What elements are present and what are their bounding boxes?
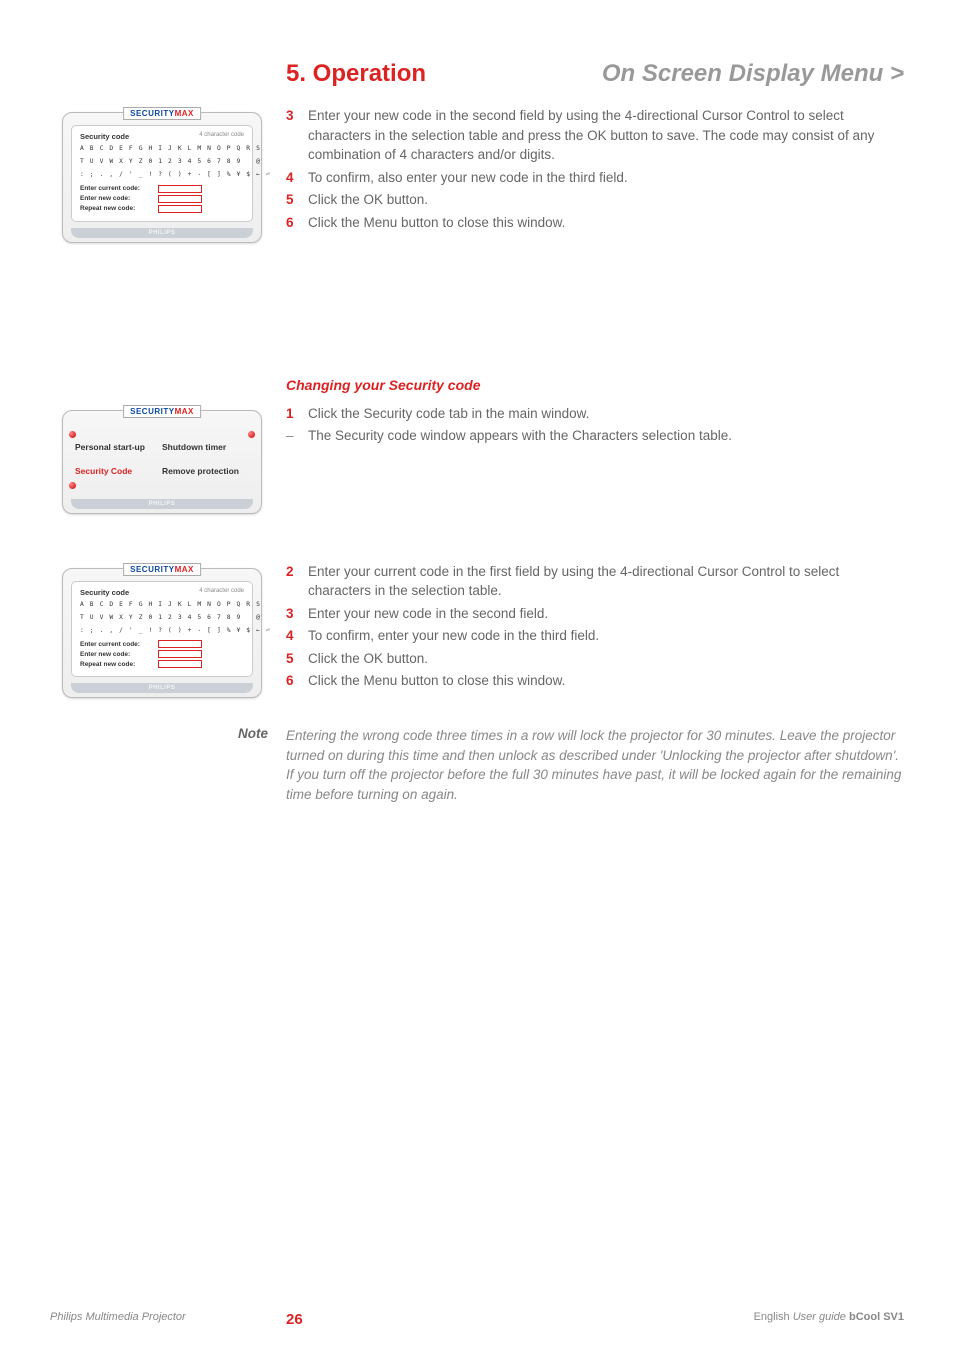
step-text: Click the Menu button to close this wind… xyxy=(308,213,565,233)
instruction-step: 3Enter your new code in the second field… xyxy=(286,604,904,624)
menu-shutdown-timer: Shutdown timer xyxy=(162,442,249,452)
osd-window-title: Security code xyxy=(80,132,129,141)
step-number: 1 xyxy=(286,404,308,424)
instruction-step: 6Click the Menu button to close this win… xyxy=(286,671,904,691)
step-number: 3 xyxy=(286,604,308,624)
instruction-step: –The Security code window appears with t… xyxy=(286,426,904,446)
osd-char-row-2: T U V W X Y Z 0 1 2 3 4 5 6 7 8 9 @ xyxy=(80,158,244,166)
menu-remove-protection: Remove protection xyxy=(162,466,249,476)
instruction-step: 4To confirm, enter your new code in the … xyxy=(286,626,904,646)
step-text: Click the Security code tab in the main … xyxy=(308,404,589,424)
osd-brand: SECURITYMAX xyxy=(123,405,201,418)
osd-footer-brand: PHILIPS xyxy=(71,228,253,238)
menu-personal-startup: Personal start-up xyxy=(75,442,162,452)
instruction-step: 2Enter your current code in the first fi… xyxy=(286,562,904,601)
step-number: 6 xyxy=(286,213,308,233)
instruction-step: 1Click the Security code tab in the main… xyxy=(286,404,904,424)
step-number: 6 xyxy=(286,671,308,691)
step-text: Click the OK button. xyxy=(308,649,428,669)
step-text: Enter your current code in the first fie… xyxy=(308,562,904,601)
section-title: On Screen Display Menu > xyxy=(602,60,904,88)
step-text: To confirm, enter your new code in the t… xyxy=(308,626,599,646)
instruction-step: 4To confirm, also enter your new code in… xyxy=(286,168,904,188)
step-number: 5 xyxy=(286,190,308,210)
footer-user-guide: User guide xyxy=(793,1311,846,1323)
osd-brand: SECURITYMAX xyxy=(123,563,201,576)
osd-footer-brand: PHILIPS xyxy=(71,499,253,509)
step-text: Click the OK button. xyxy=(308,190,428,210)
osd-hint: 4 character code xyxy=(199,132,244,141)
chapter-title: 5. Operation xyxy=(286,60,426,88)
instruction-step: 6Click the Menu button to close this win… xyxy=(286,213,904,233)
page-number: 26 xyxy=(286,1311,303,1328)
note-text: Entering the wrong code three times in a… xyxy=(286,726,904,804)
step-number: 3 xyxy=(286,106,308,165)
step-text: The Security code window appears with th… xyxy=(308,426,732,446)
osd-hint: 4 character code xyxy=(199,588,244,597)
osd-security-code-thumb-2: SECURITYMAX Security code 4 character co… xyxy=(62,568,262,699)
footer-model: bCool SV1 xyxy=(849,1311,904,1323)
step-text: Enter your new code in the second field. xyxy=(308,604,548,624)
note-label: Note xyxy=(50,726,286,741)
step-number: 5 xyxy=(286,649,308,669)
step-text: Enter your new code in the second field … xyxy=(308,106,904,165)
osd-char-row-1: A B C D E F G H I J K L M N O P Q R S xyxy=(80,145,244,153)
osd-brand: SECURITYMAX xyxy=(123,107,201,120)
step-text: To confirm, also enter your new code in … xyxy=(308,168,628,188)
subheading-changing-code: Changing your Security code xyxy=(286,377,904,393)
osd-security-code-thumb-1: SECURITYMAX Security code 4 character co… xyxy=(62,112,262,243)
step-dash: – xyxy=(286,426,308,446)
instruction-step: 5Click the OK button. xyxy=(286,190,904,210)
footer-lang: English xyxy=(754,1311,790,1323)
osd-window-title: Security code xyxy=(80,588,129,597)
footer-product: Philips Multimedia Projector xyxy=(50,1311,186,1323)
step-text: Click the Menu button to close this wind… xyxy=(308,671,565,691)
step-number: 2 xyxy=(286,562,308,601)
instruction-step: 5Click the OK button. xyxy=(286,649,904,669)
osd-char-row-3: : ; . , / ' _ ! ? ( ) + - [ ] % ¥ $ ← ⏎ xyxy=(80,171,244,179)
step-number: 4 xyxy=(286,168,308,188)
menu-security-code: Security Code xyxy=(75,466,162,476)
instruction-step: 3Enter your new code in the second field… xyxy=(286,106,904,165)
osd-menu-thumb: SECURITYMAX Personal start-up Shutdown t… xyxy=(62,410,262,514)
step-number: 4 xyxy=(286,626,308,646)
